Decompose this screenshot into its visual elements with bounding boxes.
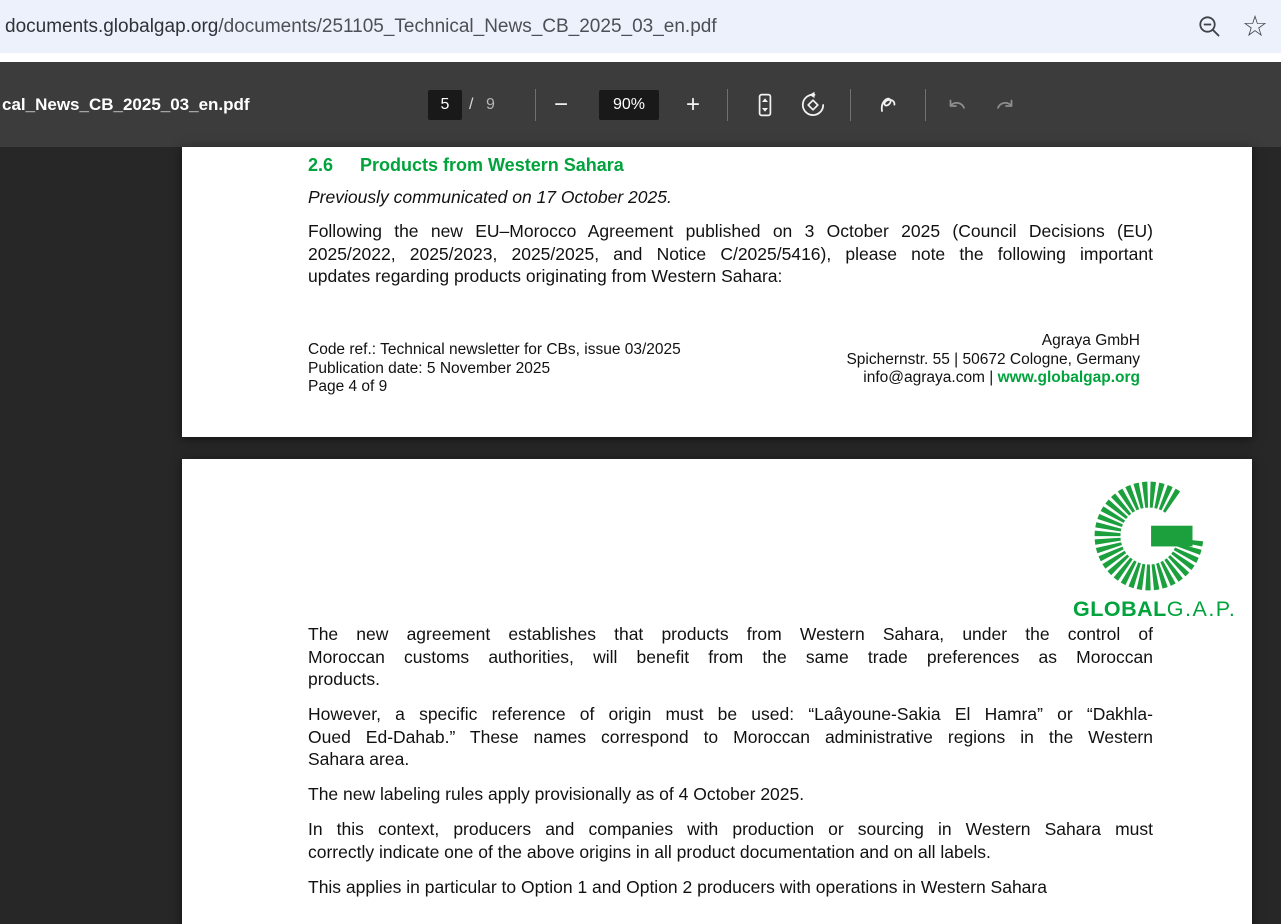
zoom-level: 90% <box>599 90 659 120</box>
code-ref: Code ref.: Technical newsletter for CBs,… <box>308 341 681 358</box>
contact-line: info@agraya.com | www.globalgap.org <box>846 369 1140 388</box>
footer-left: Code ref.: Technical newsletter for CBs,… <box>308 341 681 397</box>
undo-button[interactable] <box>943 91 971 119</box>
fit-to-page-button[interactable] <box>751 91 779 119</box>
previously-communicated-note: Previously communicated on 17 October 20… <box>308 187 672 207</box>
footer-right: Agraya GmbH Spichernstr. 55 | 50672 Colo… <box>846 332 1140 388</box>
browser-address-bar[interactable]: documents.globalgap.org/documents/251105… <box>0 0 1281 53</box>
section-number: 2.6 <box>308 155 334 175</box>
url-path: /documents/251105_Technical_News_CB_2025… <box>218 16 717 37</box>
browser-window: documents.globalgap.org/documents/251105… <box>0 0 1281 924</box>
rotate-icon <box>801 91 825 116</box>
pdf-paragraph: The new agreement establishes that produ… <box>308 624 1153 689</box>
toolbar-separator <box>850 89 851 121</box>
company-email: info@agraya.com | <box>863 369 998 386</box>
pdf-paragraph: Following the new EU–Morocco Agreement p… <box>308 221 1153 286</box>
company-address: Spichernstr. 55 | 50672 Cologne, Germany <box>846 350 1140 368</box>
toolbar-separator <box>727 89 728 121</box>
page-number-input[interactable]: 5 <box>428 90 462 120</box>
fit-to-page-icon <box>758 93 772 117</box>
section-title: Products from Western Sahara <box>360 155 624 175</box>
pdf-page-2: GLOBALG.A.P. The new agreement establish… <box>182 459 1252 924</box>
bookmark-star-icon[interactable]: ☆ <box>1242 9 1268 45</box>
toolbar-separator <box>925 89 926 121</box>
pdf-paragraph: This applies in particular to Option 1 a… <box>308 876 1047 897</box>
zoom-out-icon[interactable] <box>1196 13 1224 41</box>
globalgap-g-icon <box>1094 481 1204 591</box>
redo-icon <box>997 99 1013 109</box>
draw-ink-icon <box>880 97 896 112</box>
pdf-paragraph: However, a specific reference of origin … <box>308 704 1153 769</box>
total-pages: 9 <box>486 96 495 113</box>
rotate-button[interactable] <box>799 91 827 119</box>
website-link[interactable]: www.globalgap.org <box>998 369 1140 386</box>
browser-chrome-divider <box>0 53 1281 62</box>
toolbar-separator <box>535 89 536 121</box>
zoom-in-button[interactable]: + <box>681 90 705 120</box>
zoom-out-button[interactable]: − <box>549 90 573 120</box>
undo-icon <box>949 99 965 109</box>
pdf-paragraph: In this context, producers and companies… <box>308 819 1153 862</box>
pdf-toolbar: cal_News_CB_2025_03_en.pdf 5 / 9 − 90% + <box>0 62 1281 147</box>
globalgap-wordmark: GLOBALG.A.P. <box>1073 597 1237 621</box>
pdf-paragraph: The new labeling rules apply provisional… <box>308 784 805 804</box>
section-heading: 2.6 Products from Western Sahara <box>308 155 624 176</box>
url-text: documents.globalgap.org/documents/251105… <box>5 0 717 53</box>
company-name: Agraya GmbH <box>1041 332 1140 349</box>
pdf-page-1: 2.6 Products from Western Sahara Previous… <box>182 147 1252 437</box>
globalgap-logo: GLOBALG.A.P. <box>1073 476 1237 622</box>
pdf-filename: cal_News_CB_2025_03_en.pdf <box>2 95 250 114</box>
pdf-viewer[interactable]: 2.6 Products from Western Sahara Previous… <box>0 147 1281 924</box>
url-domain: documents.globalgap.org <box>5 16 219 37</box>
pdf-body-text: The new agreement establishes that produ… <box>308 623 1153 911</box>
page-divider: / <box>469 96 474 113</box>
redo-button[interactable] <box>991 91 1019 119</box>
publication-date: Publication date: 5 November 2025 <box>308 359 551 377</box>
draw-ink-button[interactable] <box>874 91 902 119</box>
page-info: Page 4 of 9 <box>308 378 388 395</box>
